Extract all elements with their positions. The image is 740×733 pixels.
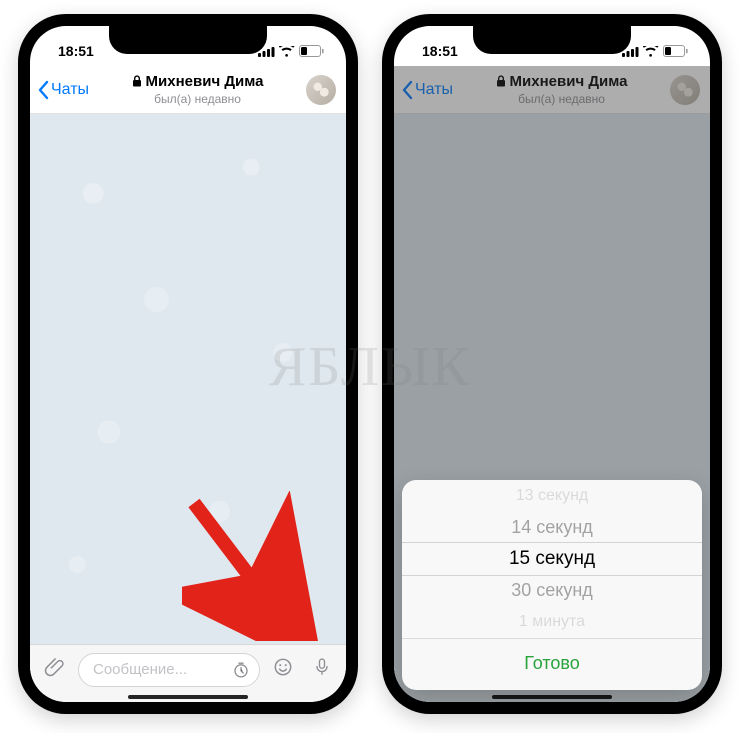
picker-option[interactable]: 1 минута (519, 606, 585, 638)
status-time: 18:51 (422, 43, 458, 59)
last-seen: был(а) недавно (89, 93, 306, 107)
battery-icon (663, 45, 688, 57)
message-input[interactable]: Сообщение... (78, 653, 260, 687)
phone-left: 18:51 Чаты Михневич Дима был( (18, 14, 358, 714)
chat-doodle-pattern (30, 114, 346, 644)
picker-option-selected[interactable]: 15 секунд (509, 543, 595, 575)
timer-icon (231, 660, 251, 680)
mic-icon (312, 656, 332, 678)
timer-picker-sheet: 13 секунд 14 секунд 15 секунд 30 секунд … (402, 480, 702, 690)
chat-title: Михневич Дима (146, 73, 264, 90)
battery-icon (299, 45, 324, 57)
attach-button[interactable] (38, 650, 72, 689)
chat-navbar: Чаты Михневич Дима был(а) недавно (30, 66, 346, 114)
wifi-icon (279, 46, 295, 57)
message-placeholder: Сообщение... (93, 661, 187, 678)
paperclip-icon (44, 656, 66, 678)
avatar[interactable] (306, 75, 336, 105)
self-destruct-timer-button[interactable] (231, 660, 251, 680)
mic-button[interactable] (306, 650, 338, 689)
done-button[interactable]: Готово (402, 638, 702, 690)
picker-option[interactable]: 14 секунд (511, 512, 593, 544)
sticker-button[interactable] (266, 650, 300, 689)
sticker-icon (272, 656, 294, 678)
status-indicators (258, 45, 324, 57)
status-time: 18:51 (58, 43, 94, 59)
home-indicator[interactable] (492, 695, 612, 699)
lock-icon (132, 75, 142, 87)
screen-left: 18:51 Чаты Михневич Дима был( (30, 26, 346, 702)
chat-title-block[interactable]: Михневич Дима был(а) недавно (89, 73, 306, 107)
phone-right: 18:51 Чаты Михневи (382, 14, 722, 714)
wifi-icon (643, 46, 659, 57)
picker-option[interactable]: 13 секунд (516, 480, 589, 512)
notch (473, 26, 631, 54)
picker-option[interactable]: 30 секунд (511, 575, 593, 607)
status-indicators (622, 45, 688, 57)
back-label: Чаты (51, 81, 89, 99)
message-input-bar: Сообщение... (30, 644, 346, 702)
notch (109, 26, 267, 54)
screen-right: 18:51 Чаты Михневи (394, 26, 710, 702)
home-indicator[interactable] (128, 695, 248, 699)
timer-picker[interactable]: 13 секунд 14 секунд 15 секунд 30 секунд … (402, 480, 702, 638)
chat-background (30, 114, 346, 644)
chevron-left-icon (36, 80, 50, 100)
back-button[interactable]: Чаты (36, 80, 89, 100)
